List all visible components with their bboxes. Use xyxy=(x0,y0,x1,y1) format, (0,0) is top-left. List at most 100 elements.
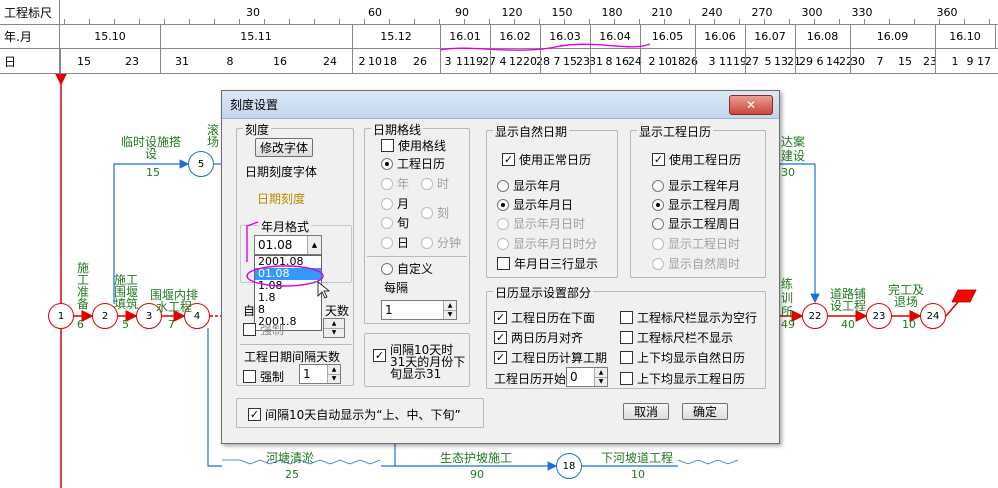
scale-tick-label: 330 xyxy=(851,5,873,19)
chevron-up-icon[interactable]: ▲ xyxy=(595,368,607,377)
scale-tick-mark xyxy=(914,19,915,24)
radio-show-natural-wh[interactable]: 显示自然周时 xyxy=(652,255,740,272)
ok-button[interactable]: 确定 xyxy=(682,403,728,420)
day-row-divider xyxy=(540,49,541,73)
ym-format-select[interactable]: 01.08 ▲ xyxy=(254,235,322,255)
chevron-up-icon[interactable]: ▲ xyxy=(324,319,344,328)
three-rows-checkbox[interactable]: 年月日三行显示 xyxy=(497,255,598,272)
chevron-down-icon[interactable]: ▼ xyxy=(324,327,344,337)
radio-quarter[interactable]: 刻 xyxy=(421,204,449,221)
day-label: 26 xyxy=(413,54,427,68)
scale-tick-mark xyxy=(89,19,90,24)
network-node[interactable]: 22 xyxy=(802,303,828,329)
natural-date-group-title: 显示自然日期 xyxy=(493,123,570,140)
chevron-up-icon[interactable]: ▲ xyxy=(328,365,340,374)
radio-month[interactable]: 月 xyxy=(381,195,409,212)
radio-minute[interactable]: 分钟 xyxy=(421,234,461,251)
auto-ten-days-checkbox[interactable]: ✓ 间隔10天自动显示为“上、中、下旬” xyxy=(248,406,461,423)
work-force-checkbox[interactable]: 强制 xyxy=(243,368,284,385)
activity-duration: 90 xyxy=(470,468,484,481)
compute-duration-checkbox[interactable]: ✓ 工程日历计算工期 xyxy=(494,349,607,366)
use-normal-calendar-checkbox[interactable]: ✓ 使用正常日历 xyxy=(502,151,591,168)
month-label: 16.07 xyxy=(754,30,786,43)
scale-tick-label: 300 xyxy=(801,5,823,19)
month-label: 16.10 xyxy=(949,30,981,43)
align-months-checkbox[interactable]: ✓ 两日历月对齐 xyxy=(494,329,583,346)
activity-label: 生态护坡施工 xyxy=(440,451,513,465)
month-label: 16.08 xyxy=(806,30,839,43)
work-calendar-under-checkbox[interactable]: ✓ 工程日历在下面 xyxy=(494,309,595,326)
every-stepper[interactable]: 1 ▲ ▼ xyxy=(381,300,457,320)
scale-tick-mark xyxy=(964,19,965,24)
cancel-button[interactable]: 取消 xyxy=(623,403,669,420)
chevron-up-icon[interactable]: ▲ xyxy=(444,301,456,310)
network-node[interactable]: 5 xyxy=(188,151,214,177)
day-label: 15 xyxy=(898,54,912,68)
close-button[interactable]: ✕ xyxy=(729,95,773,115)
scale-tick-mark xyxy=(114,19,115,24)
activity-label-partial: 训 xyxy=(781,291,794,305)
work-interval-stepper[interactable]: 1 ▲ ▼ xyxy=(299,364,341,384)
radio-hour[interactable]: 时 xyxy=(421,175,449,192)
day-label: 30 xyxy=(851,54,865,68)
radio-custom[interactable]: 自定义 xyxy=(381,260,433,277)
day-row-divider xyxy=(850,49,851,73)
radio-show-work-mw[interactable]: 显示工程月周 xyxy=(652,196,740,213)
chevron-down-icon[interactable]: ▼ xyxy=(328,373,340,383)
work-calendar-start-stepper[interactable]: 0 ▲ ▼ xyxy=(566,367,608,387)
interval-note-checkbox[interactable]: ✓ 间隔10天时31天的月份下旬显示31 xyxy=(373,344,466,380)
scale-row-label: 工程标尺 xyxy=(0,0,60,24)
radio-show-work-dh[interactable]: 显示工程日时 xyxy=(652,235,740,252)
radio-show-ym[interactable]: 显示年月 xyxy=(497,177,561,194)
modify-font-button[interactable]: 修改字体 xyxy=(255,138,313,157)
use-work-calendar-checkbox[interactable]: ✓ 使用工程日历 xyxy=(652,151,741,168)
chevron-down-icon[interactable]: ▼ xyxy=(595,376,607,386)
ym-format-title: 年月格式 xyxy=(259,218,312,235)
ruler-hide-checkbox[interactable]: 工程标尺栏不显示 xyxy=(620,329,733,346)
interval-days-stepper-partial[interactable]: ▲ ▼ xyxy=(323,318,345,338)
scale-tick-mark xyxy=(664,19,665,24)
both-natural-checkbox[interactable]: 上下均显示自然日历 xyxy=(620,349,745,366)
activity-label-partial: 所 xyxy=(781,305,794,319)
month-label: 16.06 xyxy=(704,30,736,43)
work-interval-value: 1 xyxy=(303,367,311,381)
network-node[interactable]: 18 xyxy=(556,453,582,479)
day-label: 10 xyxy=(368,54,382,68)
scale-tick-mark xyxy=(64,19,65,24)
radio-show-work-ym[interactable]: 显示工程年月 xyxy=(652,177,740,194)
activity-label-partial: 达案 xyxy=(781,135,806,149)
use-gridline-checkbox[interactable]: 使用格线 xyxy=(381,137,446,154)
work-interval-divider xyxy=(240,344,352,345)
day-row-divider xyxy=(935,49,936,73)
scale-tick-mark xyxy=(339,19,340,24)
dialog-title: 刻度设置 xyxy=(230,98,279,112)
ruler-blank-checkbox[interactable]: 工程标尺栏显示为空行 xyxy=(620,309,757,326)
network-node[interactable]: 1 xyxy=(48,303,74,329)
month-row-label: 年.月 xyxy=(0,25,60,48)
radio-work-calendar[interactable]: 工程日历 xyxy=(381,155,445,172)
radio-show-ymd[interactable]: 显示年月日 xyxy=(497,196,573,213)
scale-tick-label: 240 xyxy=(701,5,723,19)
month-label: 16.09 xyxy=(876,30,909,43)
work-calendar-start-value: 0 xyxy=(570,370,578,384)
activity-label-partial: 建设 xyxy=(781,149,806,163)
radio-show-ymdh[interactable]: 显示年月日时 xyxy=(497,215,585,232)
scale-tick-mark xyxy=(864,19,865,24)
activity-duration: 10 xyxy=(631,468,645,481)
activity-duration: 25 xyxy=(285,468,299,481)
scale-tick-mark xyxy=(139,19,140,24)
force-checkbox-partial[interactable]: 强制 xyxy=(243,321,284,338)
both-work-checkbox[interactable]: 上下均显示工程日历 xyxy=(620,370,745,387)
dialog-titlebar[interactable]: 刻度设置 xyxy=(222,91,779,119)
radio-day[interactable]: 日 xyxy=(381,234,409,251)
scale-tick-mark xyxy=(939,19,940,24)
calendar-display-group-title: 日历显示设置部分 xyxy=(493,284,594,301)
radio-year[interactable]: 年 xyxy=(381,175,409,192)
radio-ten-days[interactable]: 旬 xyxy=(381,214,409,231)
chevron-up-icon[interactable]: ▲ xyxy=(307,236,321,254)
chevron-down-icon[interactable]: ▼ xyxy=(444,309,456,319)
radio-show-ymdhm[interactable]: 显示年月日时分 xyxy=(497,235,597,252)
radio-show-work-wd[interactable]: 显示工程周日 xyxy=(652,215,740,232)
activity-duration: 7 xyxy=(168,318,175,331)
day-label: 18 xyxy=(383,54,397,68)
